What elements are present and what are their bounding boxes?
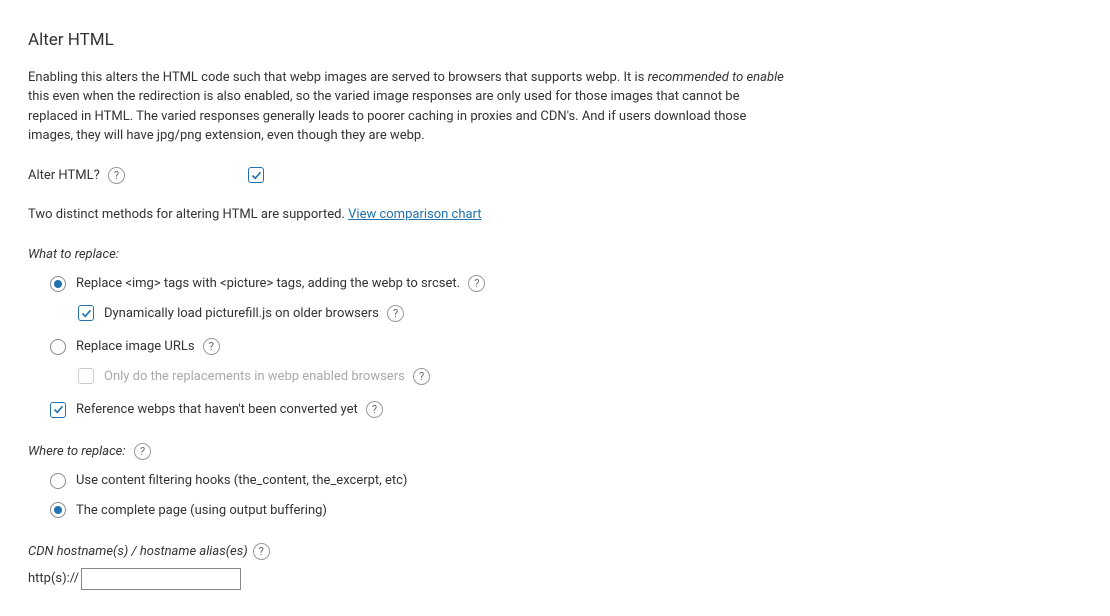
complete-page-label: The complete page (using output bufferin…	[76, 501, 327, 521]
replace-img-tags-label: Replace <img> tags with <picture> tags, …	[76, 274, 485, 294]
replace-urls-label: Replace image URLs ?	[76, 337, 220, 357]
methods-text: Two distinct methods for altering HTML a…	[28, 205, 1082, 225]
help-icon[interactable]: ?	[108, 167, 125, 184]
only-webp-browsers-checkbox	[78, 368, 94, 384]
help-icon[interactable]: ?	[203, 338, 220, 355]
desc-italic: recommended to enable	[648, 70, 784, 85]
cdn-prefix: http(s)://	[28, 569, 79, 589]
replace-urls-radio[interactable]	[50, 339, 66, 355]
help-icon[interactable]: ?	[468, 275, 485, 292]
help-icon[interactable]: ?	[134, 443, 151, 460]
reference-unconverted-label: Reference webps that haven't been conver…	[76, 400, 383, 420]
description-text: Enabling this alters the HTML code such …	[28, 68, 788, 146]
picturefill-label: Dynamically load picturefill.js on older…	[104, 304, 404, 324]
complete-page-radio[interactable]	[50, 502, 66, 518]
content-hooks-label: Use content filtering hooks (the_content…	[76, 471, 407, 491]
section-title: Alter HTML	[28, 28, 1082, 54]
help-icon[interactable]: ?	[366, 401, 383, 418]
view-comparison-link[interactable]: View comparison chart	[348, 207, 481, 222]
cdn-hostname-input[interactable]	[81, 568, 241, 590]
reference-unconverted-checkbox[interactable]	[50, 402, 66, 418]
alter-html-label: Alter HTML? ?	[28, 166, 248, 186]
help-icon[interactable]: ?	[253, 543, 270, 560]
picturefill-checkbox[interactable]	[78, 305, 94, 321]
help-icon[interactable]: ?	[387, 305, 404, 322]
where-to-replace-label: Where to replace: ?	[28, 442, 1082, 462]
desc-part1: Enabling this alters the HTML code such …	[28, 70, 648, 85]
content-hooks-radio[interactable]	[50, 473, 66, 489]
desc-part2: this even when the redirection is also e…	[28, 89, 746, 143]
help-icon[interactable]: ?	[413, 368, 430, 385]
only-webp-browsers-label: Only do the replacements in webp enabled…	[104, 367, 430, 387]
what-to-replace-label: What to replace:	[28, 245, 1082, 265]
replace-img-tags-radio[interactable]	[50, 276, 66, 292]
alter-html-checkbox[interactable]	[248, 167, 264, 183]
